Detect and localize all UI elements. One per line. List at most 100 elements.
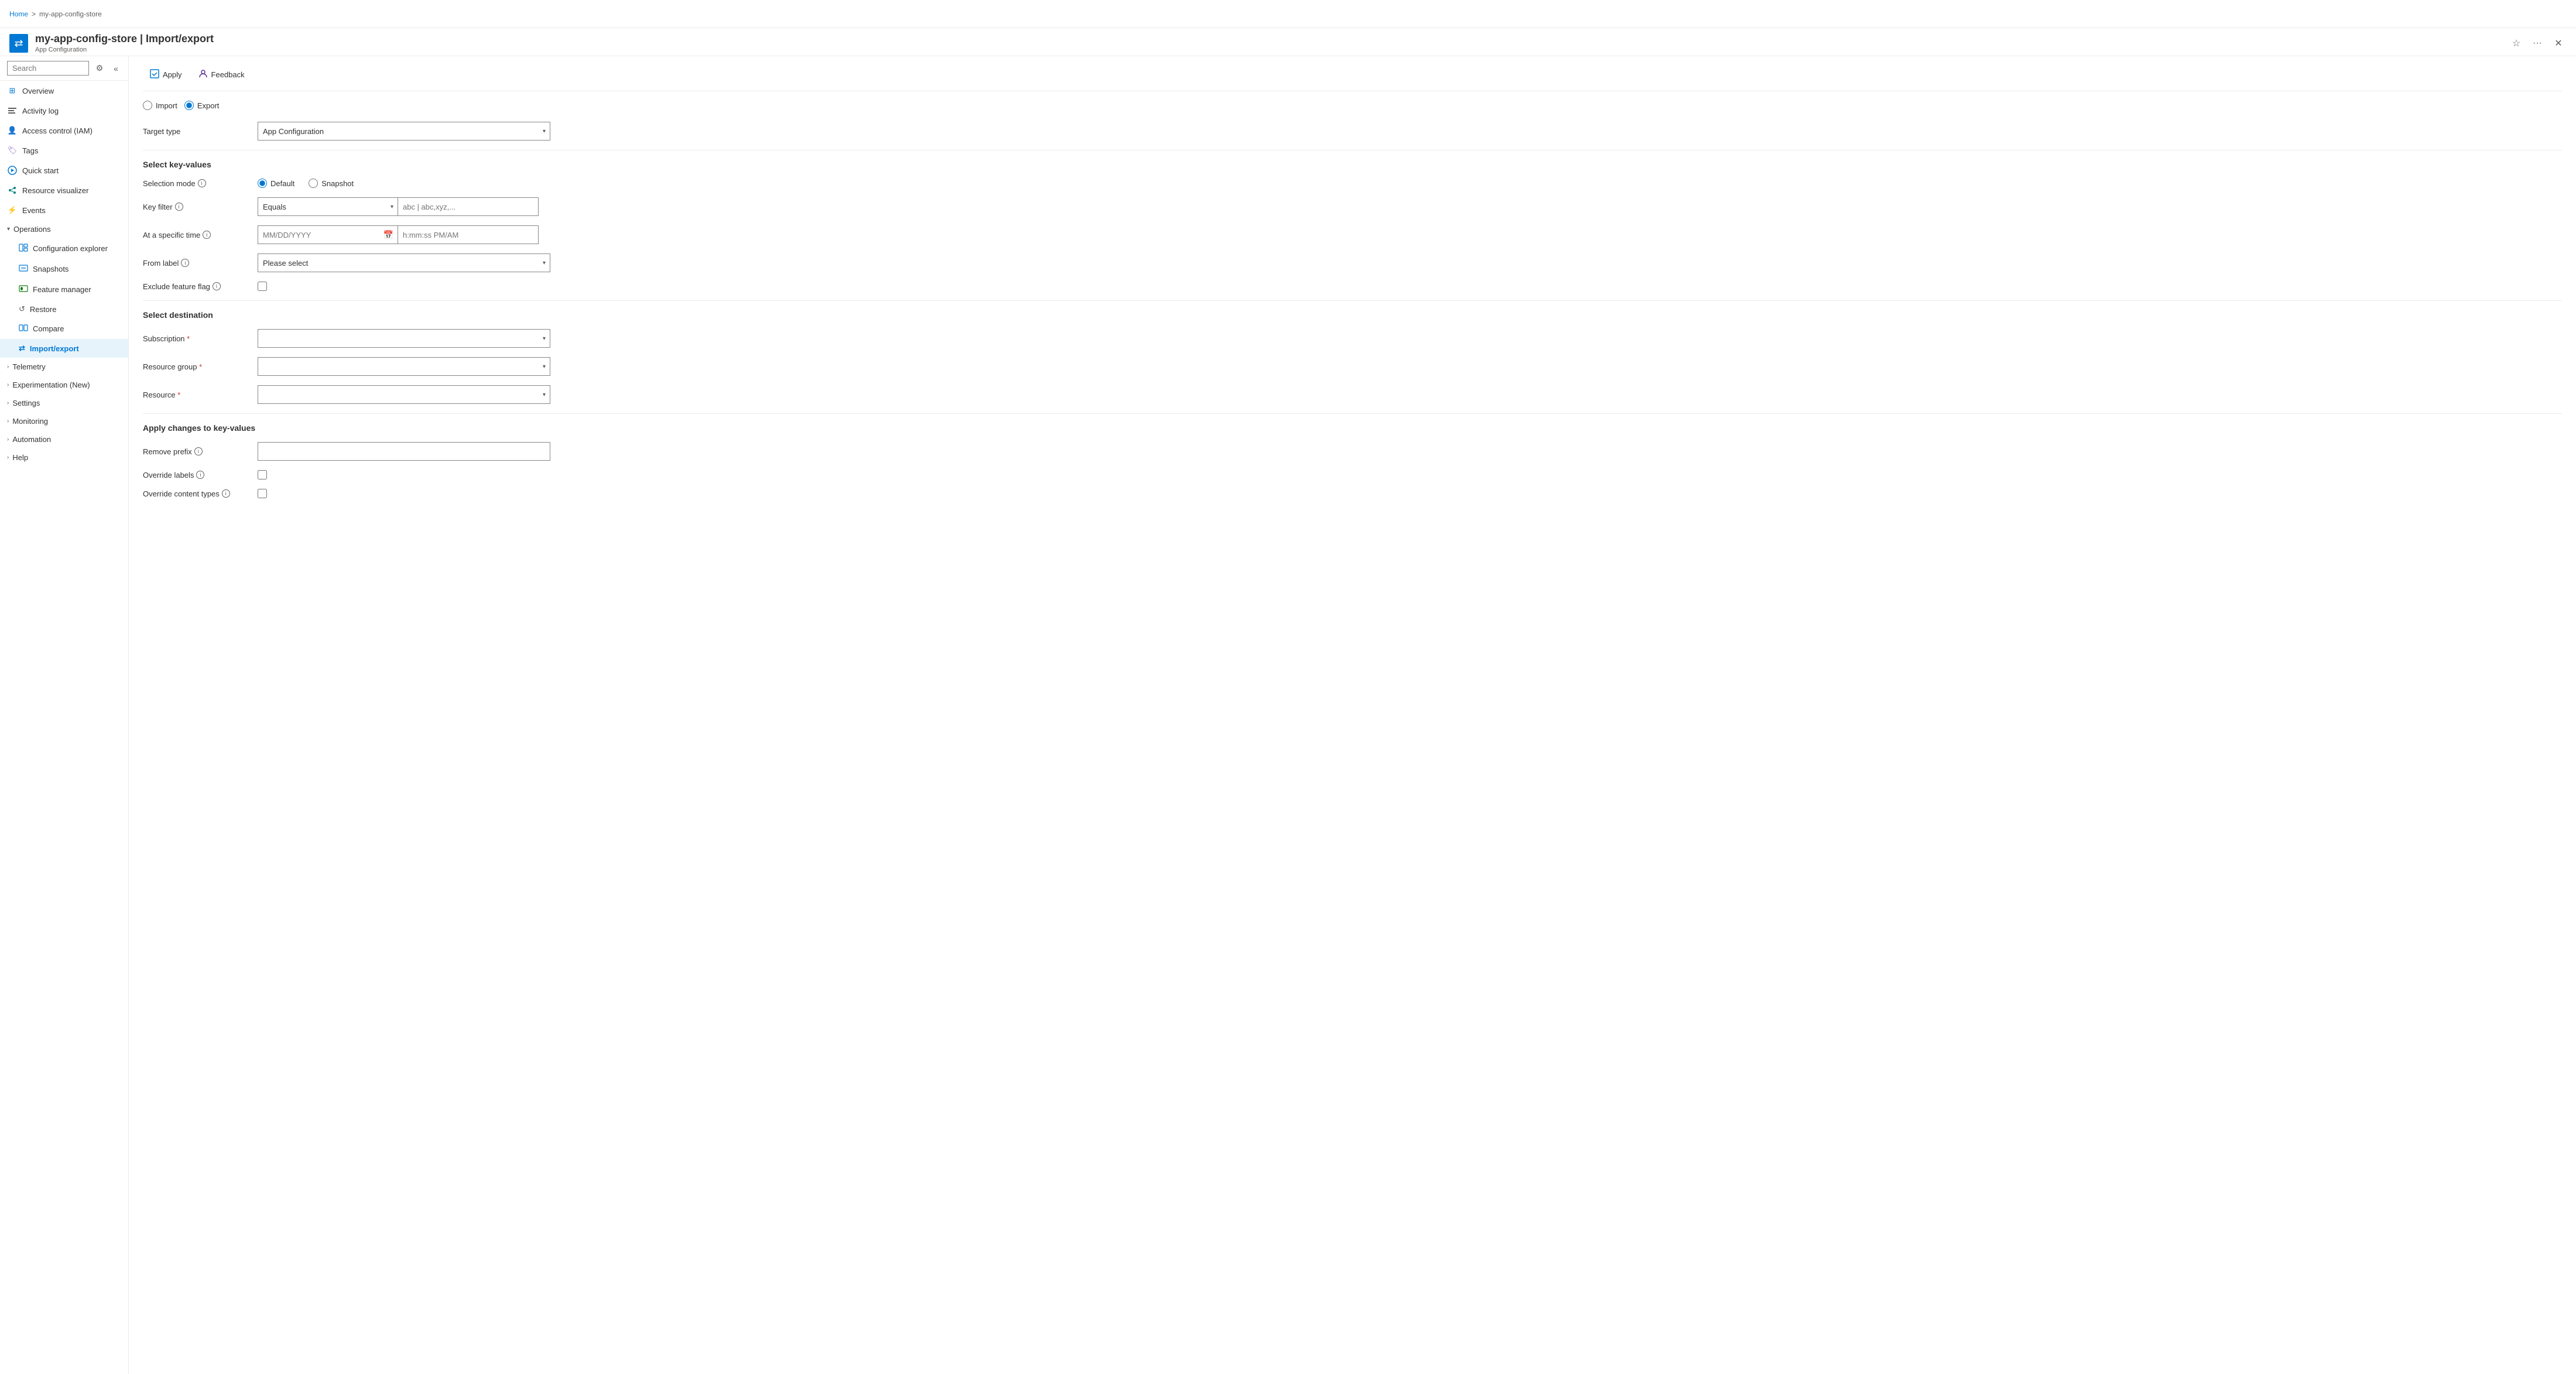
sidebar-label-operations: Operations	[13, 225, 51, 234]
sidebar-item-restore[interactable]: ↺ Restore	[0, 300, 128, 318]
specific-time-control: 📅	[258, 225, 2562, 244]
override-labels-control	[258, 470, 2562, 479]
import-radio[interactable]	[143, 101, 152, 110]
selection-mode-row: Selection mode i Default Snapshot	[143, 179, 2562, 188]
export-radio-label[interactable]: Export	[184, 101, 220, 110]
key-filter-row: Key filter i Equals Starts with ▾	[143, 197, 2562, 216]
selection-mode-info-icon[interactable]: i	[198, 179, 206, 187]
export-radio[interactable]	[184, 101, 194, 110]
sidebar-group-help[interactable]: › Help	[0, 448, 128, 467]
tag-icon: 🏷	[7, 145, 18, 156]
sidebar-label-experimentation: Experimentation (New)	[12, 381, 90, 389]
from-label-select[interactable]: Please select	[258, 253, 550, 272]
key-filter-operator-select[interactable]: Equals Starts with	[258, 197, 398, 216]
subscription-control: ▾	[258, 329, 2562, 348]
exclude-feature-flag-info-icon[interactable]: i	[213, 282, 221, 290]
telemetry-chevron-right: ›	[7, 364, 9, 370]
key-filter-inputs: Equals Starts with ▾	[258, 197, 539, 216]
sidebar: ⚙ « ⊞ Overview Activity log 👤 Access con…	[0, 56, 129, 1374]
sidebar-item-compare[interactable]: Compare	[0, 318, 128, 339]
activity-icon	[7, 105, 18, 116]
automation-chevron-right: ›	[7, 436, 9, 443]
sidebar-search-area: ⚙ «	[0, 56, 128, 81]
resource-select[interactable]	[258, 385, 550, 404]
remove-prefix-input[interactable]	[258, 442, 550, 461]
favorite-button[interactable]: ☆	[2508, 35, 2524, 52]
override-labels-checkbox[interactable]	[258, 470, 267, 479]
target-type-select[interactable]: App Configuration Azure App Service Kube…	[258, 122, 550, 141]
sidebar-item-import-export[interactable]: ⇄ Import/export	[0, 339, 128, 358]
exclude-feature-flag-checkbox[interactable]	[258, 282, 267, 291]
exclude-feature-flag-label: Exclude feature flag i	[143, 282, 248, 291]
import-export-radio-group: Import Export	[143, 101, 2562, 110]
import-export-icon: ⇄	[19, 344, 25, 353]
sidebar-group-automation[interactable]: › Automation	[0, 430, 128, 448]
default-radio-label[interactable]: Default	[258, 179, 294, 188]
override-content-types-checkbox[interactable]	[258, 489, 267, 498]
page-header: ⇄ my-app-config-store | Import/export Ap…	[0, 28, 2576, 56]
sidebar-group-settings[interactable]: › Settings	[0, 394, 128, 412]
breadcrumb: Home > my-app-config-store	[9, 10, 102, 18]
resource-group-label: Resource group *	[143, 362, 248, 371]
apply-button[interactable]: Apply	[143, 66, 189, 84]
sidebar-item-feature-manager[interactable]: Feature manager	[0, 279, 128, 300]
apply-changes-title: Apply changes to key-values	[143, 423, 2562, 433]
subscription-select[interactable]	[258, 329, 550, 348]
specific-time-label: At a specific time i	[143, 231, 248, 239]
remove-prefix-control	[258, 442, 2562, 461]
from-label-select-wrapper: Please select ▾	[258, 253, 550, 272]
snapshot-radio[interactable]	[309, 179, 318, 188]
specific-time-info-icon[interactable]: i	[203, 231, 211, 239]
sidebar-group-operations[interactable]: ▾ Operations	[0, 220, 128, 238]
date-time-inputs: 📅	[258, 225, 539, 244]
time-input[interactable]	[398, 225, 539, 244]
sidebar-label-telemetry: Telemetry	[12, 362, 45, 371]
sidebar-item-configuration-explorer[interactable]: Configuration explorer	[0, 238, 128, 259]
key-filter-info-icon[interactable]: i	[175, 203, 183, 211]
import-radio-label[interactable]: Import	[143, 101, 177, 110]
resource-group-select[interactable]	[258, 357, 550, 376]
sidebar-item-quick-start[interactable]: Quick start	[0, 160, 128, 180]
sidebar-item-tags[interactable]: 🏷 Tags	[0, 141, 128, 160]
target-type-row: Target type App Configuration Azure App …	[143, 122, 2562, 141]
remove-prefix-info-icon[interactable]: i	[194, 447, 203, 455]
sidebar-item-events[interactable]: ⚡ Events	[0, 200, 128, 220]
calendar-icon[interactable]: 📅	[383, 230, 393, 240]
override-content-types-row: Override content types i	[143, 489, 2562, 498]
feedback-button[interactable]: Feedback	[191, 66, 252, 84]
sidebar-item-overview[interactable]: ⊞ Overview	[0, 81, 128, 101]
restore-icon: ↺	[19, 304, 25, 314]
sidebar-item-resource-visualizer[interactable]: Resource visualizer	[0, 180, 128, 200]
sidebar-label-automation: Automation	[12, 435, 51, 444]
collapse-sidebar-icon[interactable]: «	[109, 61, 123, 76]
search-input[interactable]	[7, 61, 89, 76]
remove-prefix-row: Remove prefix i	[143, 442, 2562, 461]
from-label-info-icon[interactable]: i	[181, 259, 189, 267]
breadcrumb-current: my-app-config-store	[39, 10, 102, 18]
key-filter-value-input[interactable]	[398, 197, 539, 216]
key-filter-operator-wrapper: Equals Starts with ▾	[258, 197, 398, 216]
sidebar-item-activity-log[interactable]: Activity log	[0, 101, 128, 121]
sidebar-group-telemetry[interactable]: › Telemetry	[0, 358, 128, 376]
sidebar-group-experimentation[interactable]: › Experimentation (New)	[0, 376, 128, 394]
breadcrumb-home[interactable]: Home	[9, 10, 28, 18]
sidebar-item-access-control[interactable]: 👤 Access control (IAM)	[0, 121, 128, 141]
default-radio[interactable]	[258, 179, 267, 188]
date-input[interactable]	[258, 225, 398, 244]
selection-mode-radio-group: Default Snapshot	[258, 179, 2562, 188]
override-content-types-info-icon[interactable]: i	[222, 489, 230, 498]
sidebar-label-quick-start: Quick start	[22, 166, 59, 175]
sidebar-label-monitoring: Monitoring	[12, 417, 48, 426]
resource-control: ▾	[258, 385, 2562, 404]
override-labels-info-icon[interactable]: i	[196, 471, 204, 479]
sidebar-group-monitoring[interactable]: › Monitoring	[0, 412, 128, 430]
sidebar-label-import-export: Import/export	[30, 344, 79, 353]
search-settings-icon[interactable]: ⚙	[93, 61, 107, 76]
key-filter-control: Equals Starts with ▾	[258, 197, 2562, 216]
close-button[interactable]: ✕	[2550, 35, 2567, 52]
more-button[interactable]: ···	[2529, 35, 2546, 52]
sidebar-item-snapshots[interactable]: Snapshots	[0, 259, 128, 279]
from-label-row: From label i Please select ▾	[143, 253, 2562, 272]
person-icon: 👤	[7, 125, 18, 136]
snapshot-radio-label[interactable]: Snapshot	[309, 179, 354, 188]
